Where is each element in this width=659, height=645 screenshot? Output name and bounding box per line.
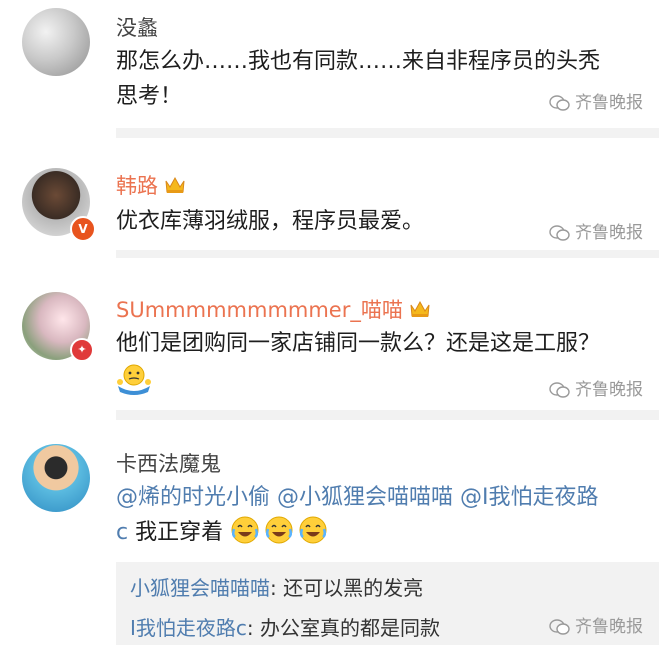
divider: [116, 128, 659, 138]
avatar[interactable]: [22, 8, 90, 76]
comment-text: 他们是团购同一家店铺同一款么？还是这是工服？: [116, 326, 600, 361]
watermark: 齐鲁晚报: [549, 218, 643, 243]
watermark-text: 齐鲁晚报: [575, 617, 643, 637]
divider: [116, 250, 659, 258]
watermark-text: 齐鲁晚报: [575, 93, 643, 113]
commenter-name[interactable]: 卡西法魔鬼: [116, 448, 221, 478]
comment-text-line: 思考！: [116, 84, 183, 109]
verified-badge-icon: V: [70, 216, 96, 242]
commenter-name-text: 韩路: [116, 174, 158, 198]
laugh-cry-emoji-icon: [265, 516, 293, 544]
shrug-emoji-icon: [117, 364, 151, 395]
wechat-logo-icon: [549, 382, 570, 398]
watermark: 齐鲁晚报: [549, 88, 643, 113]
divider: [116, 410, 659, 420]
reply-item[interactable]: I我怕走夜路c: 办公室真的都是同款: [130, 612, 440, 641]
crown-icon: [410, 300, 430, 317]
crown-icon: [165, 176, 185, 193]
comment-text: 那怎么办……我也有同款……来自非程序员的头秃 思考！: [116, 44, 600, 114]
laugh-cry-emoji-icon: [231, 516, 259, 544]
reply-text: : 办公室真的都是同款: [246, 616, 441, 640]
reply-item[interactable]: 小狐狸会喵喵喵: 还可以黑的发亮: [130, 572, 423, 601]
avatar[interactable]: [22, 444, 90, 512]
comment-text: @烯的时光小偷 @小狐狸会喵喵喵 @I我怕走夜路 c 我正穿着: [116, 480, 598, 550]
member-badge-icon: ✦: [70, 338, 94, 362]
laugh-cry-emoji-icon: [299, 516, 327, 544]
commenter-name[interactable]: 没蠡: [116, 12, 158, 42]
watermark: 齐鲁晚报: [549, 375, 643, 400]
wechat-logo-icon: [549, 225, 570, 241]
mention-line: @烯的时光小偷 @小狐狸会喵喵喵 @I我怕走夜路: [116, 480, 598, 515]
comment-text-line: 那怎么办……我也有同款……来自非程序员的头秃: [116, 49, 601, 74]
watermark: 齐鲁晚报: [549, 612, 643, 637]
mention-link[interactable]: @烯的时光小偷 @小狐狸会喵喵喵 @I我怕走夜路: [116, 485, 598, 510]
commenter-name[interactable]: SUmmmmmmmmmer_喵喵: [116, 294, 431, 324]
comment-text-line: 优衣库薄羽绒服，程序员最爱。: [116, 209, 425, 234]
watermark-text: 齐鲁晚报: [575, 223, 643, 243]
reply-author[interactable]: 小狐狸会喵喵喵: [130, 576, 270, 600]
commenter-name[interactable]: 韩路: [116, 170, 186, 200]
mention-link[interactable]: c: [116, 520, 128, 545]
wechat-logo-icon: [549, 95, 570, 111]
wechat-logo-icon: [549, 619, 570, 635]
comment-text-line: c 我正穿着: [116, 515, 598, 550]
comment-text-body: 我正穿着: [135, 520, 224, 545]
comment-text: 优衣库薄羽绒服，程序员最爱。: [116, 204, 424, 239]
watermark-text: 齐鲁晚报: [575, 380, 643, 400]
commenter-name-text: SUmmmmmmmmmer_喵喵: [116, 298, 403, 322]
comment-text-line: 他们是团购同一家店铺同一款么？还是这是工服？: [116, 331, 601, 356]
reply-text: : 还可以黑的发亮: [270, 576, 424, 600]
reply-author[interactable]: I我怕走夜路c: [130, 616, 247, 640]
